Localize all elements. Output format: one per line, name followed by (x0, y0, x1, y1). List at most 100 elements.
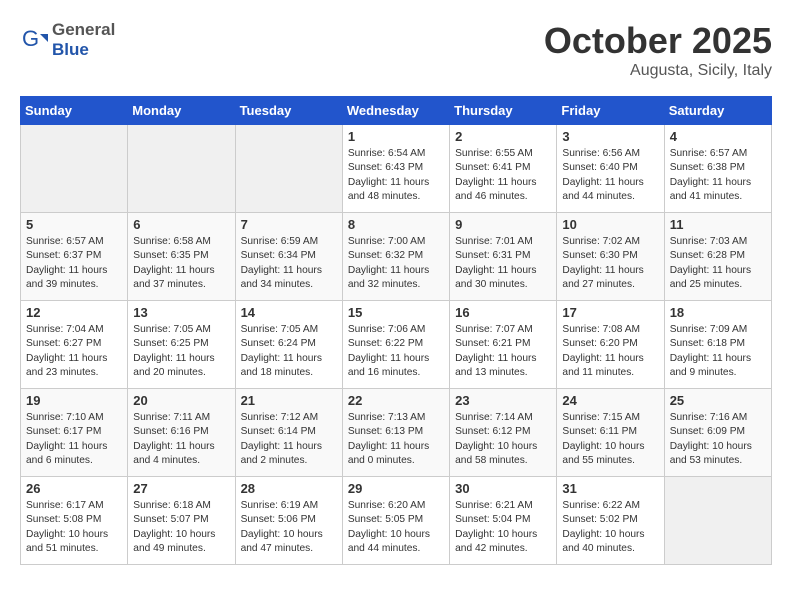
day-number: 24 (562, 393, 658, 408)
calendar-cell: 27 Sunrise: 6:18 AM Sunset: 5:07 PM Dayli… (128, 477, 235, 565)
calendar-cell: 25 Sunrise: 7:16 AM Sunset: 6:09 PM Dayli… (664, 389, 771, 477)
calendar-cell: 20 Sunrise: 7:11 AM Sunset: 6:16 PM Dayli… (128, 389, 235, 477)
day-number: 21 (241, 393, 337, 408)
location-title: Augusta, Sicily, Italy (544, 62, 772, 80)
calendar-cell: 8 Sunrise: 7:00 AM Sunset: 6:32 PM Daylig… (342, 213, 449, 301)
day-number: 27 (133, 481, 229, 496)
day-info: Sunrise: 7:04 AM Sunset: 6:27 PM Dayligh… (26, 323, 122, 380)
month-title: October 2025 (544, 20, 772, 62)
day-info: Sunrise: 6:57 AM Sunset: 6:37 PM Dayligh… (26, 235, 122, 292)
day-info: Sunrise: 7:13 AM Sunset: 6:13 PM Dayligh… (348, 411, 444, 468)
calendar-cell: 17 Sunrise: 7:08 AM Sunset: 6:20 PM Dayli… (557, 301, 664, 389)
logo-blue: Blue (52, 40, 89, 59)
weekday-header: Tuesday (235, 97, 342, 125)
day-info: Sunrise: 6:20 AM Sunset: 5:05 PM Dayligh… (348, 499, 444, 556)
calendar-table: SundayMondayTuesdayWednesdayThursdayFrid… (20, 96, 772, 565)
day-number: 20 (133, 393, 229, 408)
weekday-header: Friday (557, 97, 664, 125)
calendar-week-row: 12 Sunrise: 7:04 AM Sunset: 6:27 PM Dayli… (21, 301, 772, 389)
day-info: Sunrise: 7:05 AM Sunset: 6:24 PM Dayligh… (241, 323, 337, 380)
calendar-cell (21, 125, 128, 213)
day-number: 25 (670, 393, 766, 408)
day-number: 13 (133, 305, 229, 320)
calendar-cell (664, 477, 771, 565)
day-number: 8 (348, 217, 444, 232)
day-info: Sunrise: 7:12 AM Sunset: 6:14 PM Dayligh… (241, 411, 337, 468)
day-number: 11 (670, 217, 766, 232)
calendar-cell: 21 Sunrise: 7:12 AM Sunset: 6:14 PM Dayli… (235, 389, 342, 477)
calendar-week-row: 19 Sunrise: 7:10 AM Sunset: 6:17 PM Dayli… (21, 389, 772, 477)
day-number: 28 (241, 481, 337, 496)
day-info: Sunrise: 6:55 AM Sunset: 6:41 PM Dayligh… (455, 147, 551, 204)
day-info: Sunrise: 6:57 AM Sunset: 6:38 PM Dayligh… (670, 147, 766, 204)
day-info: Sunrise: 6:56 AM Sunset: 6:40 PM Dayligh… (562, 147, 658, 204)
calendar-cell: 15 Sunrise: 7:06 AM Sunset: 6:22 PM Dayli… (342, 301, 449, 389)
calendar-cell: 12 Sunrise: 7:04 AM Sunset: 6:27 PM Dayli… (21, 301, 128, 389)
weekday-header: Monday (128, 97, 235, 125)
calendar-header-row: SundayMondayTuesdayWednesdayThursdayFrid… (21, 97, 772, 125)
calendar-cell: 3 Sunrise: 6:56 AM Sunset: 6:40 PM Daylig… (557, 125, 664, 213)
day-info: Sunrise: 7:02 AM Sunset: 6:30 PM Dayligh… (562, 235, 658, 292)
day-info: Sunrise: 7:08 AM Sunset: 6:20 PM Dayligh… (562, 323, 658, 380)
calendar-cell: 16Sunrise: 7:07 AM Sunset: 6:21 PM Dayli… (450, 301, 557, 389)
day-info: Sunrise: 6:54 AM Sunset: 6:43 PM Dayligh… (348, 147, 444, 204)
weekday-header: Thursday (450, 97, 557, 125)
day-number: 30 (455, 481, 551, 496)
weekday-header: Wednesday (342, 97, 449, 125)
day-number: 4 (670, 129, 766, 144)
logo-icon: G (20, 26, 48, 54)
calendar-cell (128, 125, 235, 213)
calendar-cell: 26Sunrise: 6:17 AM Sunset: 5:08 PM Dayli… (21, 477, 128, 565)
calendar-cell: 13 Sunrise: 7:05 AM Sunset: 6:25 PM Dayli… (128, 301, 235, 389)
day-number: 23 (455, 393, 551, 408)
calendar-cell: 10 Sunrise: 7:02 AM Sunset: 6:30 PM Dayli… (557, 213, 664, 301)
page-header: G General Blue October 2025 Augusta, Sic… (20, 20, 772, 80)
day-info: Sunrise: 7:16 AM Sunset: 6:09 PM Dayligh… (670, 411, 766, 468)
day-info: Sunrise: 7:05 AM Sunset: 6:25 PM Dayligh… (133, 323, 229, 380)
calendar-cell (235, 125, 342, 213)
day-number: 12 (26, 305, 122, 320)
day-info: Sunrise: 7:06 AM Sunset: 6:22 PM Dayligh… (348, 323, 444, 380)
day-number: 29 (348, 481, 444, 496)
calendar-cell: 11Sunrise: 7:03 AM Sunset: 6:28 PM Dayli… (664, 213, 771, 301)
day-info: Sunrise: 7:07 AM Sunset: 6:21 PM Dayligh… (455, 323, 551, 380)
day-number: 18 (670, 305, 766, 320)
day-number: 26 (26, 481, 122, 496)
day-info: Sunrise: 7:10 AM Sunset: 6:17 PM Dayligh… (26, 411, 122, 468)
logo-general: General (52, 20, 115, 39)
day-number: 6 (133, 217, 229, 232)
day-info: Sunrise: 7:00 AM Sunset: 6:32 PM Dayligh… (348, 235, 444, 292)
calendar-cell: 1Sunrise: 6:54 AM Sunset: 6:43 PM Daylig… (342, 125, 449, 213)
day-number: 17 (562, 305, 658, 320)
weekday-header: Saturday (664, 97, 771, 125)
day-info: Sunrise: 6:18 AM Sunset: 5:07 PM Dayligh… (133, 499, 229, 556)
day-info: Sunrise: 6:58 AM Sunset: 6:35 PM Dayligh… (133, 235, 229, 292)
day-number: 10 (562, 217, 658, 232)
weekday-header: Sunday (21, 97, 128, 125)
day-number: 5 (26, 217, 122, 232)
calendar-cell: 22 Sunrise: 7:13 AM Sunset: 6:13 PM Dayli… (342, 389, 449, 477)
calendar-cell: 19 Sunrise: 7:10 AM Sunset: 6:17 PM Dayli… (21, 389, 128, 477)
day-info: Sunrise: 7:14 AM Sunset: 6:12 PM Dayligh… (455, 411, 551, 468)
calendar-cell: 7Sunrise: 6:59 AM Sunset: 6:34 PM Daylig… (235, 213, 342, 301)
day-number: 15 (348, 305, 444, 320)
day-number: 22 (348, 393, 444, 408)
day-number: 7 (241, 217, 337, 232)
calendar-cell: 4 Sunrise: 6:57 AM Sunset: 6:38 PM Daylig… (664, 125, 771, 213)
svg-text:G: G (22, 26, 39, 51)
calendar-cell: 30Sunrise: 6:21 AM Sunset: 5:04 PM Dayli… (450, 477, 557, 565)
calendar-week-row: 5 Sunrise: 6:57 AM Sunset: 6:37 PM Daylig… (21, 213, 772, 301)
title-block: October 2025 Augusta, Sicily, Italy (544, 20, 772, 80)
calendar-cell: 24Sunrise: 7:15 AM Sunset: 6:11 PM Dayli… (557, 389, 664, 477)
day-number: 19 (26, 393, 122, 408)
day-number: 3 (562, 129, 658, 144)
day-info: Sunrise: 7:01 AM Sunset: 6:31 PM Dayligh… (455, 235, 551, 292)
calendar-cell: 2 Sunrise: 6:55 AM Sunset: 6:41 PM Daylig… (450, 125, 557, 213)
calendar-cell: 9 Sunrise: 7:01 AM Sunset: 6:31 PM Daylig… (450, 213, 557, 301)
calendar-cell: 5 Sunrise: 6:57 AM Sunset: 6:37 PM Daylig… (21, 213, 128, 301)
day-info: Sunrise: 7:11 AM Sunset: 6:16 PM Dayligh… (133, 411, 229, 468)
day-number: 9 (455, 217, 551, 232)
day-info: Sunrise: 6:19 AM Sunset: 5:06 PM Dayligh… (241, 499, 337, 556)
day-info: Sunrise: 7:09 AM Sunset: 6:18 PM Dayligh… (670, 323, 766, 380)
day-number: 2 (455, 129, 551, 144)
